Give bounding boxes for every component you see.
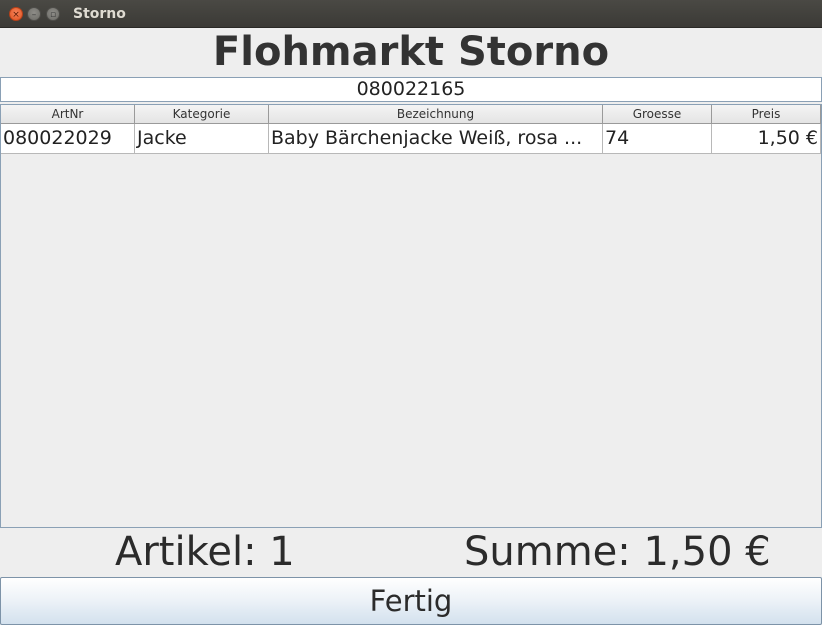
minimize-icon[interactable]: – <box>27 7 41 21</box>
column-header-preis[interactable]: Preis <box>712 105 821 124</box>
cell-kategorie[interactable]: Jacke <box>135 124 269 153</box>
article-count: Artikel: 1 <box>115 529 295 575</box>
cell-groesse[interactable]: 74 <box>603 124 712 153</box>
done-button[interactable]: Fertig <box>0 577 822 625</box>
cell-artnr[interactable]: 080022029 <box>1 124 135 153</box>
column-header-groesse[interactable]: Groesse <box>603 105 712 124</box>
totals-bar: Artikel: 1 Summe: 1,50 € <box>0 530 822 574</box>
page-title: Flohmarkt Storno <box>212 29 610 75</box>
maximize-icon[interactable]: ▫ <box>46 7 60 21</box>
window-titlebar: × – ▫ Storno <box>0 0 822 28</box>
table-header: ArtNr Kategorie Bezeichnung Groesse Prei… <box>1 105 821 124</box>
column-header-bezeichnung[interactable]: Bezeichnung <box>269 105 603 124</box>
articles-table[interactable]: ArtNr Kategorie Bezeichnung Groesse Prei… <box>0 104 822 528</box>
cell-bezeichnung[interactable]: Baby Bärchenjacke Weiß, rosa ... <box>269 124 603 153</box>
article-number-field[interactable]: 080022165 <box>0 77 822 102</box>
close-icon[interactable]: × <box>9 7 23 21</box>
column-header-kategorie[interactable]: Kategorie <box>135 105 269 124</box>
table-row[interactable]: 080022029 Jacke Baby Bärchenjacke Weiß, … <box>1 124 821 154</box>
sum-total: Summe: 1,50 € <box>464 529 771 575</box>
window-title: Storno <box>73 6 126 22</box>
cell-preis[interactable]: 1,50 € <box>712 124 821 153</box>
column-header-artnr[interactable]: ArtNr <box>1 105 135 124</box>
